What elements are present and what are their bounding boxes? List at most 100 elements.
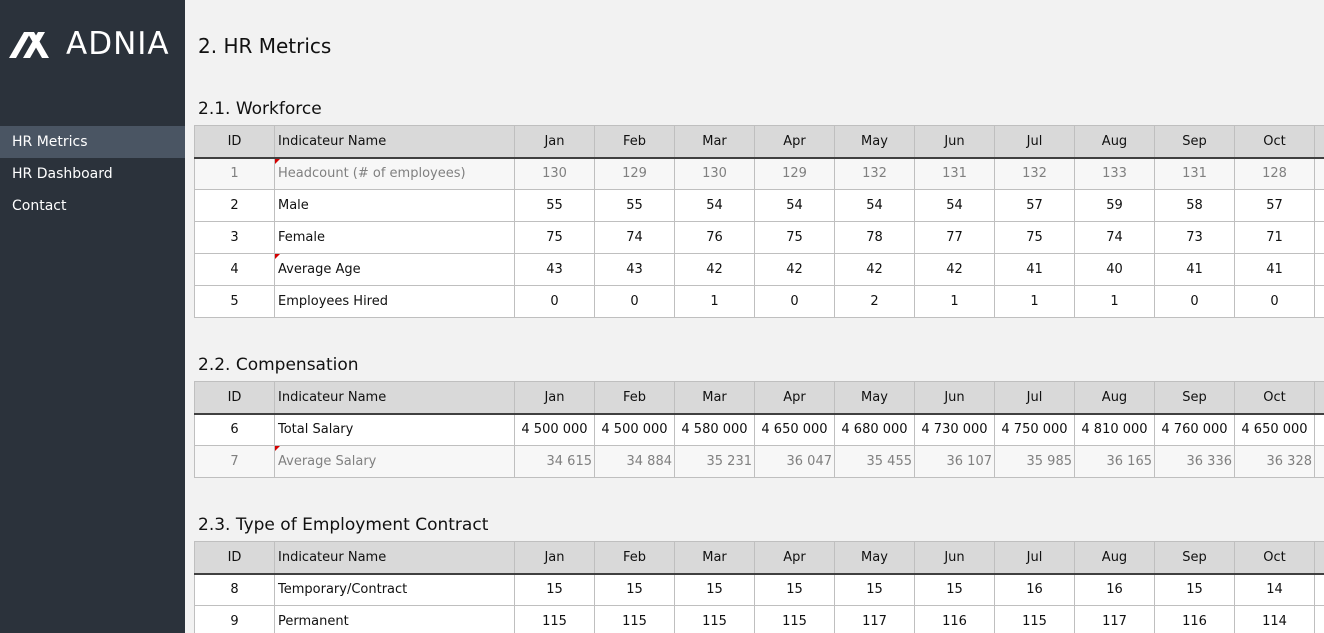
row-id-cell[interactable]: 9 (194, 605, 275, 633)
month-value-cell[interactable]: 4 500 000 (514, 413, 595, 446)
indicator-name-cell[interactable]: Total Salary (274, 413, 515, 446)
month-value-cell[interactable]: 41 (994, 253, 1075, 286)
month-value-cell[interactable]: 55 (514, 189, 595, 222)
month-value-cell[interactable]: 75 (754, 221, 835, 254)
month-value-cell[interactable]: 14 (1234, 573, 1315, 606)
month-value-cell[interactable]: 42 (834, 253, 915, 286)
month-value-cell[interactable]: 15 (594, 573, 675, 606)
brand-logo[interactable]: ADNIA (8, 22, 170, 66)
month-value-cell[interactable]: 1 (674, 285, 755, 318)
nav-item-hr-dashboard[interactable]: HR Dashboard (0, 158, 185, 190)
indicator-name-cell[interactable]: Temporary/Contract (274, 573, 515, 606)
month-value-cell[interactable]: 43 (514, 253, 595, 286)
comment-indicator-icon[interactable] (275, 254, 281, 260)
month-value-cell[interactable]: 1 (994, 285, 1075, 318)
month-value-cell[interactable]: 132 (994, 157, 1075, 190)
month-value-cell[interactable]: 117 (834, 605, 915, 633)
month-value-cell[interactable]: 15 (514, 573, 595, 606)
month-value-cell[interactable]: 35 455 (834, 445, 915, 478)
month-value-cell[interactable]: 15 (674, 573, 755, 606)
indicator-name-cell[interactable]: Average Salary (274, 445, 515, 478)
overflow-cell[interactable] (1314, 445, 1324, 478)
month-value-cell[interactable]: 36 336 (1154, 445, 1235, 478)
month-value-cell[interactable]: 129 (594, 157, 675, 190)
month-value-cell[interactable]: 41 (1154, 253, 1235, 286)
month-value-cell[interactable]: 36 328 (1234, 445, 1315, 478)
month-value-cell[interactable]: 131 (914, 157, 995, 190)
row-id-cell[interactable]: 8 (194, 573, 275, 606)
month-value-cell[interactable]: 54 (674, 189, 755, 222)
month-value-cell[interactable]: 57 (994, 189, 1075, 222)
overflow-cell[interactable] (1314, 221, 1324, 254)
month-value-cell[interactable]: 4 680 000 (834, 413, 915, 446)
indicator-name-cell[interactable]: Headcount (# of employees) (274, 157, 515, 190)
row-id-cell[interactable]: 1 (194, 157, 275, 190)
month-value-cell[interactable]: 4 650 000 (754, 413, 835, 446)
month-value-cell[interactable]: 128 (1234, 157, 1315, 190)
month-value-cell[interactable]: 42 (914, 253, 995, 286)
month-value-cell[interactable]: 115 (514, 605, 595, 633)
overflow-cell[interactable] (1314, 157, 1324, 190)
month-value-cell[interactable]: 54 (914, 189, 995, 222)
month-value-cell[interactable]: 4 580 000 (674, 413, 755, 446)
month-value-cell[interactable]: 115 (754, 605, 835, 633)
month-value-cell[interactable]: 36 047 (754, 445, 835, 478)
nav-item-contact[interactable]: Contact (0, 190, 185, 222)
month-value-cell[interactable]: 115 (994, 605, 1075, 633)
month-value-cell[interactable]: 132 (834, 157, 915, 190)
row-id-cell[interactable]: 3 (194, 221, 275, 254)
month-value-cell[interactable]: 36 107 (914, 445, 995, 478)
month-value-cell[interactable]: 0 (514, 285, 595, 318)
month-value-cell[interactable]: 117 (1074, 605, 1155, 633)
row-id-cell[interactable]: 7 (194, 445, 275, 478)
month-value-cell[interactable]: 34 884 (594, 445, 675, 478)
month-value-cell[interactable]: 73 (1154, 221, 1235, 254)
month-value-cell[interactable]: 114 (1234, 605, 1315, 633)
month-value-cell[interactable]: 54 (754, 189, 835, 222)
month-value-cell[interactable]: 0 (1234, 285, 1315, 318)
indicator-name-cell[interactable]: Employees Hired (274, 285, 515, 318)
overflow-cell[interactable] (1314, 413, 1324, 446)
comment-indicator-icon[interactable] (275, 158, 281, 165)
month-value-cell[interactable]: 130 (514, 157, 595, 190)
month-value-cell[interactable]: 36 165 (1074, 445, 1155, 478)
month-value-cell[interactable]: 15 (914, 573, 995, 606)
row-id-cell[interactable]: 4 (194, 253, 275, 286)
overflow-cell[interactable] (1314, 285, 1324, 318)
month-value-cell[interactable]: 116 (914, 605, 995, 633)
month-value-cell[interactable]: 58 (1154, 189, 1235, 222)
row-id-cell[interactable]: 6 (194, 413, 275, 446)
month-value-cell[interactable]: 0 (594, 285, 675, 318)
month-value-cell[interactable]: 4 810 000 (1074, 413, 1155, 446)
month-value-cell[interactable]: 130 (674, 157, 755, 190)
month-value-cell[interactable]: 16 (994, 573, 1075, 606)
overflow-cell[interactable] (1314, 573, 1324, 606)
indicator-name-cell[interactable]: Average Age (274, 253, 515, 286)
overflow-cell[interactable] (1314, 189, 1324, 222)
month-value-cell[interactable]: 4 760 000 (1154, 413, 1235, 446)
row-id-cell[interactable]: 2 (194, 189, 275, 222)
month-value-cell[interactable]: 40 (1074, 253, 1155, 286)
month-value-cell[interactable]: 78 (834, 221, 915, 254)
month-value-cell[interactable]: 2 (834, 285, 915, 318)
month-value-cell[interactable]: 1 (914, 285, 995, 318)
month-value-cell[interactable]: 131 (1154, 157, 1235, 190)
month-value-cell[interactable]: 42 (754, 253, 835, 286)
month-value-cell[interactable]: 129 (754, 157, 835, 190)
month-value-cell[interactable]: 75 (994, 221, 1075, 254)
month-value-cell[interactable]: 71 (1234, 221, 1315, 254)
month-value-cell[interactable]: 41 (1234, 253, 1315, 286)
month-value-cell[interactable]: 74 (594, 221, 675, 254)
month-value-cell[interactable]: 43 (594, 253, 675, 286)
month-value-cell[interactable]: 15 (754, 573, 835, 606)
indicator-name-cell[interactable]: Male (274, 189, 515, 222)
month-value-cell[interactable]: 57 (1234, 189, 1315, 222)
month-value-cell[interactable]: 74 (1074, 221, 1155, 254)
month-value-cell[interactable]: 76 (674, 221, 755, 254)
month-value-cell[interactable]: 42 (674, 253, 755, 286)
overflow-cell[interactable] (1314, 605, 1324, 633)
month-value-cell[interactable]: 54 (834, 189, 915, 222)
month-value-cell[interactable]: 4 650 000 (1234, 413, 1315, 446)
month-value-cell[interactable]: 55 (594, 189, 675, 222)
month-value-cell[interactable]: 4 500 000 (594, 413, 675, 446)
